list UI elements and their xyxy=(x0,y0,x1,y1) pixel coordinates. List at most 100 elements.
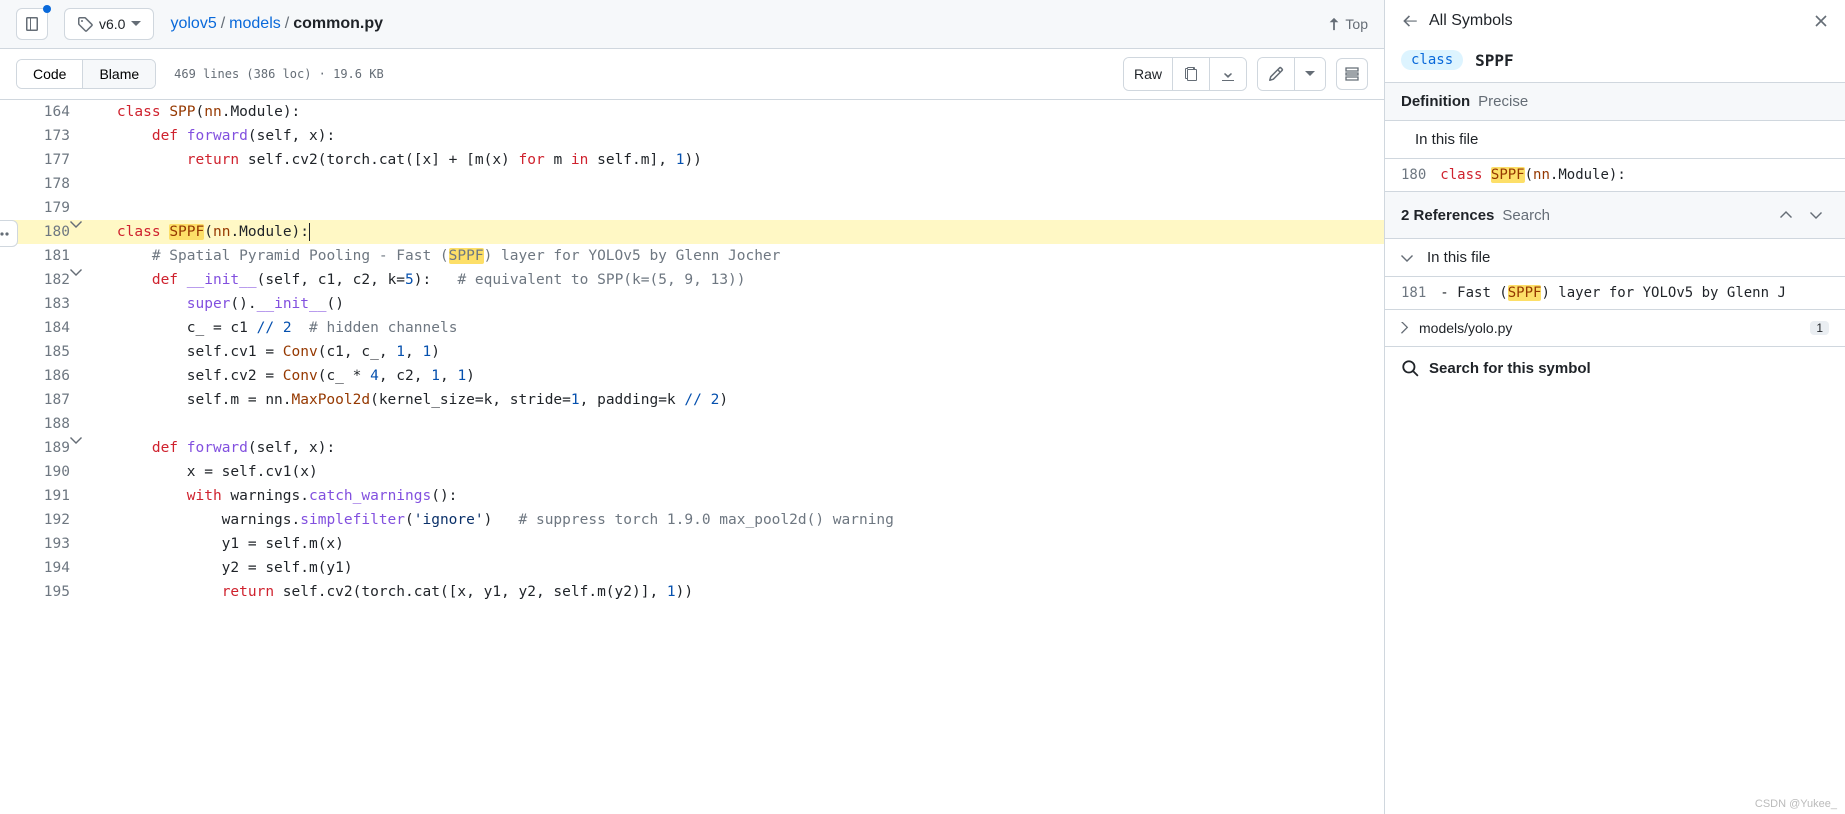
code-content: self.m = nn.MaxPool2d(kernel_size=k, str… xyxy=(82,388,1384,412)
line-number[interactable]: 180 xyxy=(0,220,70,244)
code-line[interactable]: 183 super().__init__() xyxy=(0,292,1384,316)
side-panel-title[interactable]: All Symbols xyxy=(1429,12,1803,30)
fold-toggle xyxy=(70,580,82,604)
code-line[interactable]: 192 warnings.simplefilter('ignore') # su… xyxy=(0,508,1384,532)
fold-toggle xyxy=(70,532,82,556)
line-number[interactable]: 191 xyxy=(0,484,70,508)
code-content: def forward(self, x): xyxy=(82,124,1384,148)
fold-toggle xyxy=(70,124,82,148)
code-line[interactable]: 178 xyxy=(0,172,1384,196)
code-content: class SPP(nn.Module): xyxy=(82,100,1384,124)
line-number[interactable]: 188 xyxy=(0,412,70,436)
tab-blame[interactable]: Blame xyxy=(83,60,155,88)
code-line[interactable]: 190 x = self.cv1(x) xyxy=(0,460,1384,484)
reference-code-line[interactable]: 181 - Fast (SPPF) layer for YOLOv5 by Gl… xyxy=(1385,277,1845,310)
line-number[interactable]: 190 xyxy=(0,460,70,484)
chevron-down-icon xyxy=(131,21,141,27)
fold-toggle[interactable] xyxy=(70,436,82,460)
code-line[interactable]: 184 c_ = c1 // 2 # hidden channels xyxy=(0,316,1384,340)
code-line[interactable]: 195 return self.cv2(torch.cat([x, y1, y2… xyxy=(0,580,1384,604)
definition-code-line[interactable]: 180 class SPPF(nn.Module): xyxy=(1385,159,1845,192)
raw-button[interactable]: Raw xyxy=(1124,58,1173,90)
back-button[interactable] xyxy=(1401,12,1419,30)
tag-name: v6.0 xyxy=(99,16,125,32)
breadcrumb-folder[interactable]: models xyxy=(229,15,281,33)
line-number[interactable]: 184 xyxy=(0,316,70,340)
code-line[interactable]: 177 return self.cv2(torch.cat([x] + [m(x… xyxy=(0,148,1384,172)
code-line[interactable]: 181 # Spatial Pyramid Pooling - Fast (SP… xyxy=(0,244,1384,268)
branch-tag-selector[interactable]: v6.0 xyxy=(64,8,154,40)
line-number[interactable]: 189 xyxy=(0,436,70,460)
definition-section-header: Definition Precise xyxy=(1385,83,1845,121)
code-content xyxy=(82,196,1384,220)
watermark: CSDN @Yukee_ xyxy=(1755,798,1837,810)
reference-file-row[interactable]: models/yolo.py 1 xyxy=(1385,310,1845,347)
code-line[interactable]: 179 xyxy=(0,196,1384,220)
code-line[interactable]: 186 self.cv2 = Conv(c_ * 4, c2, 1, 1) xyxy=(0,364,1384,388)
line-number[interactable]: 179 xyxy=(0,196,70,220)
tab-code[interactable]: Code xyxy=(17,60,83,88)
line-number[interactable]: 164 xyxy=(0,100,70,124)
copy-button[interactable] xyxy=(1173,58,1210,90)
code-line[interactable]: 185 self.cv1 = Conv(c1, c_, 1, 1) xyxy=(0,340,1384,364)
code-line[interactable]: 187 self.m = nn.MaxPool2d(kernel_size=k,… xyxy=(0,388,1384,412)
code-content: def forward(self, x): xyxy=(82,436,1384,460)
more-actions-button[interactable] xyxy=(1295,58,1325,90)
file-lines-info: 469 lines (386 loc) · 19.6 KB xyxy=(174,67,384,81)
code-line[interactable]: 193 y1 = self.m(x) xyxy=(0,532,1384,556)
line-more-button[interactable] xyxy=(0,220,18,247)
fold-toggle xyxy=(70,172,82,196)
fold-toggle xyxy=(70,364,82,388)
scroll-to-top-link[interactable]: Top xyxy=(1327,16,1368,32)
fold-toggle xyxy=(70,244,82,268)
line-number[interactable]: 181 xyxy=(0,244,70,268)
fold-toggle xyxy=(70,508,82,532)
download-button[interactable] xyxy=(1210,58,1246,90)
line-number[interactable]: 193 xyxy=(0,532,70,556)
code-line[interactable]: 164 class SPP(nn.Module): xyxy=(0,100,1384,124)
arrow-left-icon xyxy=(1401,12,1419,30)
search-for-symbol[interactable]: Search for this symbol xyxy=(1385,347,1845,389)
code-content: y1 = self.m(x) xyxy=(82,532,1384,556)
fold-toggle xyxy=(70,556,82,580)
line-number[interactable]: 182 xyxy=(0,268,70,292)
chevron-up-icon xyxy=(1780,211,1792,219)
line-number[interactable]: 185 xyxy=(0,340,70,364)
breadcrumb-repo[interactable]: yolov5 xyxy=(170,15,216,33)
breadcrumb: yolov5 / models / common.py xyxy=(170,15,383,33)
side-panel-toggle-button[interactable] xyxy=(16,8,48,40)
edit-button[interactable] xyxy=(1258,58,1295,90)
line-number[interactable]: 194 xyxy=(0,556,70,580)
code-line[interactable]: 182 def __init__(self, c1, c2, k=5): # e… xyxy=(0,268,1384,292)
chevron-right-icon xyxy=(1401,322,1409,334)
line-number[interactable]: 178 xyxy=(0,172,70,196)
line-number[interactable]: 183 xyxy=(0,292,70,316)
code-content: self.cv2 = Conv(c_ * 4, c2, 1, 1) xyxy=(82,364,1384,388)
fold-toggle[interactable] xyxy=(70,220,82,244)
close-icon xyxy=(1813,13,1829,29)
code-line[interactable]: 180 class SPPF(nn.Module): xyxy=(0,220,1384,244)
code-line[interactable]: 189 def forward(self, x): xyxy=(0,436,1384,460)
definition-in-this-file[interactable]: In this file xyxy=(1385,121,1845,159)
notification-dot-icon xyxy=(43,5,51,13)
fold-toggle[interactable] xyxy=(70,268,82,292)
line-number[interactable]: 177 xyxy=(0,148,70,172)
code-line[interactable]: 194 y2 = self.m(y1) xyxy=(0,556,1384,580)
code-view[interactable]: 164 class SPP(nn.Module):173 def forward… xyxy=(0,100,1384,814)
line-number[interactable]: 195 xyxy=(0,580,70,604)
close-panel-button[interactable] xyxy=(1813,13,1829,29)
refs-prev-button[interactable] xyxy=(1773,202,1799,228)
symbols-panel-button[interactable] xyxy=(1336,58,1368,90)
code-line[interactable]: 188 xyxy=(0,412,1384,436)
line-number[interactable]: 173 xyxy=(0,124,70,148)
code-line[interactable]: 191 with warnings.catch_warnings(): xyxy=(0,484,1384,508)
code-line[interactable]: 173 def forward(self, x): xyxy=(0,124,1384,148)
line-number[interactable]: 192 xyxy=(0,508,70,532)
line-number[interactable]: 187 xyxy=(0,388,70,412)
refs-next-button[interactable] xyxy=(1803,202,1829,228)
symbols-side-panel: All Symbols class SPPF Definition Precis… xyxy=(1385,0,1845,814)
file-header-bar: v6.0 yolov5 / models / common.py Top xyxy=(0,0,1384,49)
line-number[interactable]: 186 xyxy=(0,364,70,388)
references-in-this-file[interactable]: In this file xyxy=(1385,239,1845,277)
code-blame-tabs: Code Blame xyxy=(16,59,156,89)
